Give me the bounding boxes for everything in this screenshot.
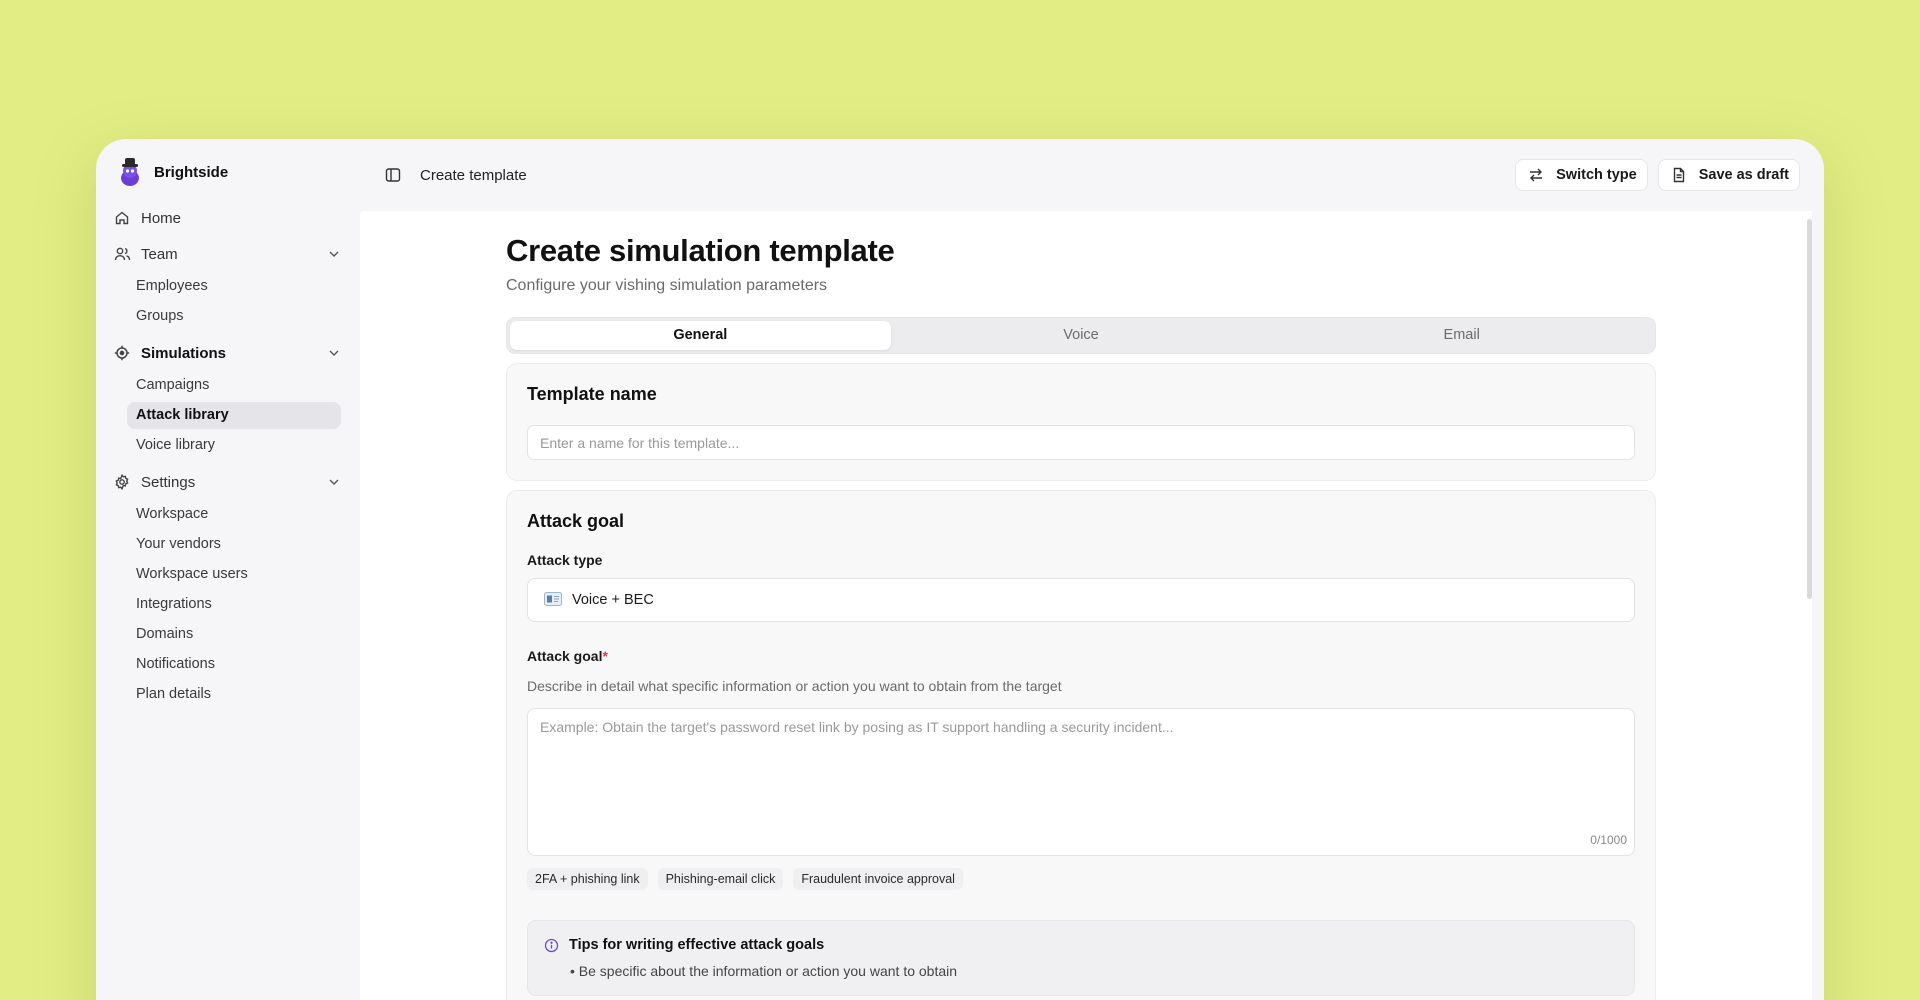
users-icon xyxy=(113,245,131,263)
chip-2fa-phishing-link[interactable]: 2FA + phishing link xyxy=(527,868,648,890)
gear-icon xyxy=(113,473,131,491)
tab-bar: General Voice Email xyxy=(506,317,1656,354)
sidebar-item-workspace-users[interactable]: Workspace users xyxy=(127,561,341,588)
tips-header: Tips for writing effective attack goals xyxy=(544,937,1618,953)
swap-icon xyxy=(1528,167,1544,183)
topbar: Create template Switch type Save as draf… xyxy=(360,139,1824,211)
sidebar-item-label: Home xyxy=(141,209,182,227)
attack-goal-title: Attack goal xyxy=(527,511,625,531)
tab-general[interactable]: General xyxy=(510,321,891,350)
sidebar-item-label: Team xyxy=(141,245,178,263)
brand-logo-icon xyxy=(121,158,139,186)
chevron-down-icon[interactable] xyxy=(326,345,342,361)
template-name-card: Template name Enter a name for this temp… xyxy=(506,363,1656,481)
brand-name: Brightside xyxy=(154,163,229,181)
switch-type-button[interactable]: Switch type xyxy=(1515,159,1648,191)
sidebar-item-employees[interactable]: Employees xyxy=(127,273,341,300)
template-name-title: Template name xyxy=(527,384,657,404)
sidebar-item-workspace[interactable]: Workspace xyxy=(127,501,341,528)
sidebar-item-team[interactable]: Team xyxy=(110,239,350,269)
sidebar-item-voice-library[interactable]: Voice library xyxy=(127,432,341,459)
main-content: Create simulation template Configure you… xyxy=(360,211,1812,1000)
attack-goal-textarea[interactable]: Example: Obtain the target's password re… xyxy=(527,708,1635,856)
chevron-down-icon[interactable] xyxy=(326,474,342,490)
tips-title: Tips for writing effective attack goals xyxy=(569,937,825,953)
sidebar-item-campaigns[interactable]: Campaigns xyxy=(127,372,341,399)
sidebar-item-notifications[interactable]: Notifications xyxy=(127,651,341,678)
simulations-sublist: Campaigns Attack library Voice library xyxy=(110,372,350,459)
settings-sublist: Workspace Your vendors Workspace users I… xyxy=(110,501,350,708)
tips-box: Tips for writing effective attack goals … xyxy=(527,920,1635,996)
sidebar-item-integrations[interactable]: Integrations xyxy=(127,591,341,618)
tips-list: • Be specific about the information or a… xyxy=(544,963,1618,979)
chevron-down-icon[interactable] xyxy=(326,246,342,262)
home-icon xyxy=(113,209,131,227)
sidebar-item-label: Simulations xyxy=(141,344,227,362)
sidebar-item-simulations[interactable]: Simulations xyxy=(110,338,350,368)
tip-item: • Be specific about the information or a… xyxy=(570,963,958,979)
attack-type-value: Voice + BEC xyxy=(572,592,654,608)
required-marker: * xyxy=(602,648,608,664)
sidebar-item-plan-details[interactable]: Plan details xyxy=(127,681,341,708)
breadcrumb: Create template xyxy=(420,166,527,184)
sidebar-item-groups[interactable]: Groups xyxy=(127,303,341,330)
save-draft-label: Save as draft xyxy=(1698,167,1789,183)
attack-type-label: Attack type xyxy=(527,552,603,568)
sidebar-item-settings[interactable]: Settings xyxy=(110,467,350,497)
attack-goal-placeholder: Example: Obtain the target's password re… xyxy=(540,719,1174,735)
switch-type-label: Switch type xyxy=(1556,167,1637,183)
page-subtitle: Configure your vishing simulation parame… xyxy=(506,277,828,294)
sidebar-item-your-vendors[interactable]: Your vendors xyxy=(127,531,341,558)
chip-phishing-email-click[interactable]: Phishing-email click xyxy=(657,868,784,890)
info-icon xyxy=(544,938,559,953)
page-title: Create simulation template xyxy=(506,233,895,268)
sidebar-toggle-icon[interactable] xyxy=(384,166,402,184)
sidebar-item-attack-library[interactable]: Attack library xyxy=(127,402,341,429)
attack-goal-label-text: Attack goal xyxy=(527,648,603,664)
sidebar: Brightside Home Team Employees Groups Si… xyxy=(96,139,360,1000)
brand[interactable]: Brightside xyxy=(110,155,350,189)
scrollbar[interactable] xyxy=(1807,219,1812,599)
attack-type-select[interactable]: Voice + BEC xyxy=(527,578,1635,622)
form-container: Create simulation template Configure you… xyxy=(506,233,1656,1000)
attack-goal-help: Describe in detail what specific informa… xyxy=(527,678,1062,694)
team-sublist: Employees Groups xyxy=(110,273,350,330)
document-icon xyxy=(1671,167,1687,183)
topbar-actions: Switch type Save as draft xyxy=(1515,159,1800,191)
app-window: Brightside Home Team Employees Groups Si… xyxy=(96,139,1824,1000)
sidebar-item-home[interactable]: Home xyxy=(110,203,350,233)
mail-icon xyxy=(544,591,562,609)
character-counter: 0/1000 xyxy=(1590,833,1627,847)
save-draft-button[interactable]: Save as draft xyxy=(1657,159,1800,191)
sidebar-item-label: Settings xyxy=(141,473,196,491)
template-name-input[interactable]: Enter a name for this template... xyxy=(527,425,1635,460)
chip-fraudulent-invoice[interactable]: Fraudulent invoice approval xyxy=(793,868,963,890)
tip-item-text: Be specific about the information or act… xyxy=(578,963,958,979)
target-icon xyxy=(113,344,131,362)
suggestion-chips: 2FA + phishing link Phishing-email click… xyxy=(527,868,1635,890)
sidebar-item-domains[interactable]: Domains xyxy=(127,621,341,648)
attack-goal-card: Attack goal Attack type Voice + BEC Atta… xyxy=(506,490,1656,1000)
attack-goal-label: Attack goal* xyxy=(527,648,1635,664)
tab-email[interactable]: Email xyxy=(1271,321,1652,350)
tab-voice[interactable]: Voice xyxy=(891,321,1272,350)
